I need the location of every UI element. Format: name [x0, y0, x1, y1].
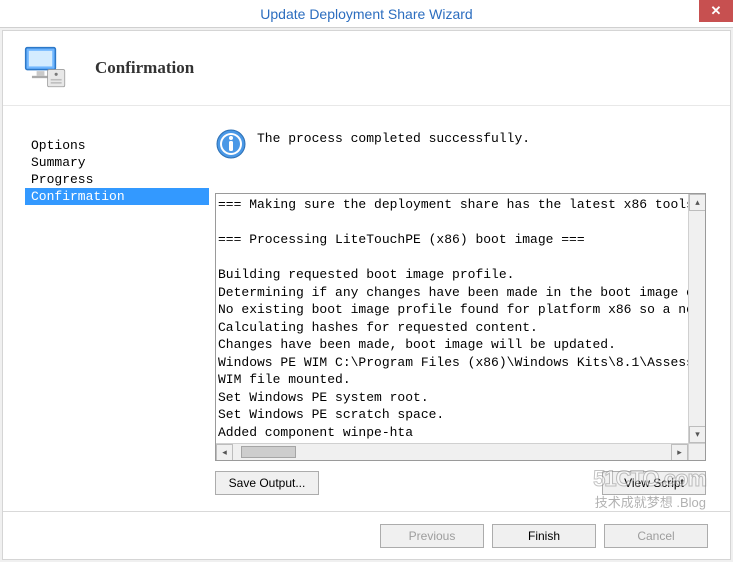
close-icon: ✕ [711, 3, 722, 19]
log-line: Calculating hashes for requested content… [218, 319, 688, 337]
log-body[interactable]: === Making sure the deployment share has… [216, 194, 688, 443]
scroll-right-icon[interactable]: ▸ [671, 444, 688, 461]
window-title: Update Deployment Share Wizard [260, 6, 472, 22]
log-line: No existing boot image profile found for… [218, 301, 688, 319]
scroll-up-icon[interactable]: ▴ [689, 194, 706, 211]
close-button[interactable]: ✕ [699, 0, 733, 22]
vertical-scrollbar[interactable]: ▴ ▾ [688, 194, 705, 443]
cancel-button: Cancel [604, 524, 708, 548]
scroll-left-icon[interactable]: ◂ [216, 444, 233, 461]
log-line: === Making sure the deployment share has… [218, 196, 688, 214]
sidebar-item-confirmation[interactable]: Confirmation [25, 188, 209, 205]
log-line: Changes have been made, boot image will … [218, 336, 688, 354]
log-line [218, 249, 688, 267]
wizard-steps: OptionsSummaryProgressConfirmation [3, 123, 213, 511]
log-output: === Making sure the deployment share has… [215, 193, 706, 461]
log-line: Windows PE WIM C:\Program Files (x86)\Wi… [218, 354, 688, 372]
wizard-footer: Previous Finish Cancel [3, 511, 730, 559]
log-line: Added component winpe-hta [218, 424, 688, 442]
scroll-down-icon[interactable]: ▾ [689, 426, 706, 443]
log-line: WIM file mounted. [218, 371, 688, 389]
previous-button: Previous [380, 524, 484, 548]
log-line: Set Windows PE scratch space. [218, 406, 688, 424]
log-line: === Processing LiteTouchPE (x86) boot im… [218, 231, 688, 249]
log-line: Determining if any changes have been mad… [218, 284, 688, 302]
sidebar-item-progress[interactable]: Progress [25, 171, 213, 188]
log-line: Building requested boot image profile. [218, 266, 688, 284]
wizard-header: Confirmation [3, 31, 730, 106]
finish-button[interactable]: Finish [492, 524, 596, 548]
page-title: Confirmation [95, 58, 194, 78]
sidebar-item-options[interactable]: Options [25, 137, 213, 154]
log-line [218, 214, 688, 232]
view-script-button[interactable]: View Script [602, 471, 706, 495]
horizontal-scrollbar[interactable]: ◂ ▸ [216, 443, 688, 460]
log-line: Set Windows PE system root. [218, 389, 688, 407]
computer-icon [21, 43, 71, 93]
status-message: The process completed successfully. [257, 128, 530, 146]
scroll-thumb[interactable] [241, 446, 296, 458]
save-output-button[interactable]: Save Output... [215, 471, 319, 495]
info-icon [215, 128, 247, 160]
sidebar-item-summary[interactable]: Summary [25, 154, 213, 171]
